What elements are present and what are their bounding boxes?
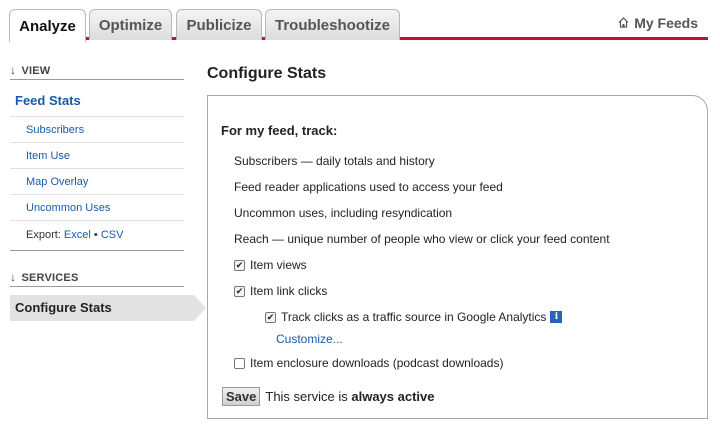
sidebar-item-uncommon-uses[interactable]: Uncommon Uses [10,195,184,221]
track-reach-line: Reach — unique number of people who view… [234,232,610,246]
status-prefix: This service is [265,389,348,404]
track-clicks-label: Track clicks as a traffic source in Goog… [281,310,547,324]
item-views-label: Item views [250,258,307,272]
info-icon[interactable]: i [550,311,563,323]
page-title: Configure Stats [207,65,327,82]
my-feeds-label: My Feeds [634,15,698,31]
status-value: always active [351,389,435,404]
export-label: Export: [26,229,61,241]
home-icon [618,15,629,31]
view-heading-label: VIEW [21,65,51,77]
sidebar-item-feed-stats[interactable]: Feed Stats [10,80,184,117]
services-section-heading: ↓ SERVICES [10,259,184,287]
item-link-clicks-option: ✔ Item link clicks [234,284,327,298]
item-link-clicks-label: Item link clicks [250,284,328,298]
config-panel: For my feed, track: Subscribers — daily … [207,95,708,419]
customize-link[interactable]: Customize... [276,332,343,346]
down-arrow-icon: ↓ [10,270,17,284]
my-feeds-link[interactable]: My Feeds [618,15,698,31]
tab-analyze[interactable]: Analyze [9,9,86,42]
export-row: Export: Excel • CSV [10,221,184,251]
export-separator: • [93,229,98,241]
view-section-heading: ↓ VIEW [10,52,184,80]
export-excel-link[interactable]: Excel [64,229,91,241]
enclosure-checkbox[interactable] [234,357,245,369]
save-row: Save This service is always active [222,387,434,406]
enclosure-label: Item enclosure downloads (podcast downlo… [250,356,504,370]
tab-troubleshootize[interactable]: Troubleshootize [265,9,400,40]
tab-optimize[interactable]: Optimize [89,9,172,40]
track-feed-readers-line: Feed reader applications used to access … [234,180,503,194]
sidebar-item-map-overlay[interactable]: Map Overlay [10,169,184,195]
item-views-option: ✔ Item views [234,258,307,272]
tab-publicize[interactable]: Publicize [176,9,262,40]
track-uncommon-uses-line: Uncommon uses, including resyndication [234,206,453,220]
item-views-checkbox[interactable]: ✔ [234,259,245,271]
status-text: This service is always active [265,389,434,404]
tab-bar: Analyze Optimize Publicize Troubleshooti… [0,0,720,42]
down-arrow-icon: ↓ [10,63,17,77]
track-clicks-checkbox[interactable]: ✔ [265,311,276,323]
sidebar-item-item-use[interactable]: Item Use [10,143,184,169]
export-csv-link[interactable]: CSV [101,229,124,241]
save-button[interactable]: Save [222,387,261,406]
enclosure-option: Item enclosure downloads (podcast downlo… [234,356,503,370]
item-link-clicks-checkbox[interactable]: ✔ [234,285,245,297]
sidebar: ↓ VIEW Feed Stats Subscribers Item Use M… [10,52,206,321]
track-clicks-option: ✔ Track clicks as a traffic source in Go… [265,310,563,324]
track-subscribers-line: Subscribers — daily totals and history [234,154,435,168]
services-heading-label: SERVICES [21,272,79,284]
sidebar-item-subscribers[interactable]: Subscribers [10,117,184,143]
panel-heading: For my feed, track: [221,123,338,138]
sidebar-item-configure-stats[interactable]: Configure Stats [10,295,206,321]
